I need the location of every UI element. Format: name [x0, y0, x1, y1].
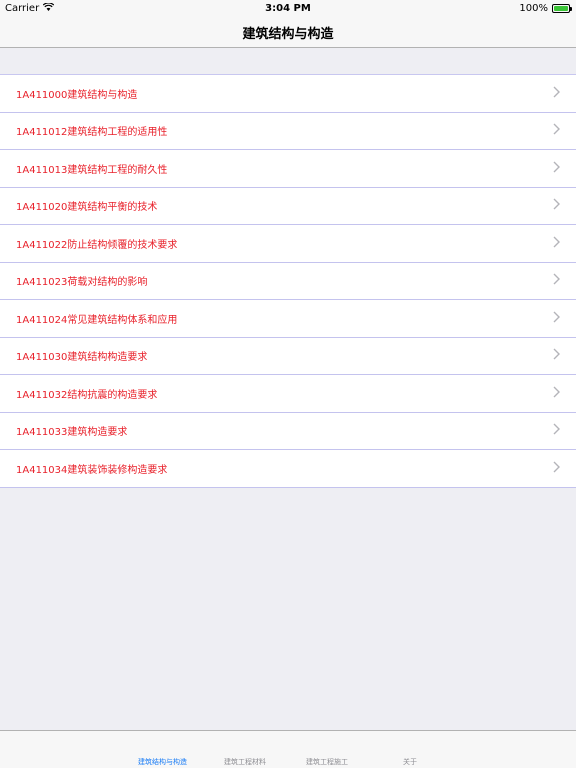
battery-icon: [552, 4, 572, 13]
tab-item[interactable]: 关于: [403, 757, 417, 767]
chevron-right-icon: [553, 236, 560, 251]
status-time: 3:04 PM: [265, 3, 311, 14]
battery-percent: 100%: [519, 3, 548, 14]
chevron-right-icon: [553, 198, 560, 213]
list-item[interactable]: 1A411024常见建筑结构体系和应用: [0, 300, 576, 338]
list-item[interactable]: 1A411020建筑结构平衡的技术: [0, 187, 576, 225]
chevron-right-icon: [553, 273, 560, 288]
battery-tip: [570, 7, 572, 11]
list-item-label: 1A411022防止结构倾覆的技术要求: [16, 239, 178, 251]
page-title: 建筑结构与构造: [242, 27, 334, 42]
section-list: 1A411000建筑结构与构造 1A411012建筑结构工程的适用性 1A41101…: [0, 74, 576, 488]
list-item-label: 1A411012建筑结构工程的适用性: [16, 127, 168, 139]
list-item-label: 1A411020建筑结构平衡的技术: [16, 202, 158, 214]
list-item[interactable]: 1A411023荷载对结构的影响: [0, 262, 576, 300]
list-item[interactable]: 1A411013建筑结构工程的耐久性: [0, 150, 576, 188]
list-item-label: 1A411034建筑装饰装修构造要求: [16, 464, 168, 476]
list-item[interactable]: 1A411000建筑结构与构造: [0, 75, 576, 113]
tab-bar: 建筑结构与构造 建筑工程材料 建筑工程施工 关于: [0, 730, 576, 768]
list-item-label: 1A411000建筑结构与构造: [16, 89, 138, 101]
chevron-right-icon: [553, 161, 560, 176]
list-item-label: 1A411032结构抗震的构造要求: [16, 389, 158, 401]
navigation-bar: 建筑结构与构造: [0, 18, 576, 48]
chevron-right-icon: [553, 423, 560, 438]
list-item[interactable]: 1A411033建筑构造要求: [0, 412, 576, 450]
list-item[interactable]: 1A411032结构抗震的构造要求: [0, 375, 576, 413]
list-item-label: 1A411024常见建筑结构体系和应用: [16, 314, 178, 326]
tab-item[interactable]: 建筑工程施工: [306, 757, 348, 767]
tab-item[interactable]: 建筑结构与构造: [138, 757, 187, 767]
list-item-label: 1A411023荷载对结构的影响: [16, 277, 148, 289]
list-item-label: 1A411033建筑构造要求: [16, 427, 128, 439]
chevron-right-icon: [553, 386, 560, 401]
list-item[interactable]: 1A411012建筑结构工程的适用性: [0, 112, 576, 150]
list-item[interactable]: 1A411030建筑结构构造要求: [0, 337, 576, 375]
status-bar: Carrier 3:04 PM 100%: [0, 0, 576, 18]
list-item-label: 1A411030建筑结构构造要求: [16, 352, 148, 364]
battery-fill: [554, 6, 568, 11]
chevron-right-icon: [553, 461, 560, 476]
chevron-right-icon: [553, 123, 560, 138]
list-item[interactable]: 1A411034建筑装饰装修构造要求: [0, 450, 576, 488]
status-right: 100%: [519, 3, 572, 14]
chevron-right-icon: [553, 86, 560, 101]
list-item-label: 1A411013建筑结构工程的耐久性: [16, 164, 168, 176]
list-item[interactable]: 1A411022防止结构倾覆的技术要求: [0, 225, 576, 263]
chevron-right-icon: [553, 311, 560, 326]
tab-item[interactable]: 建筑工程材料: [224, 757, 266, 767]
chevron-right-icon: [553, 348, 560, 363]
